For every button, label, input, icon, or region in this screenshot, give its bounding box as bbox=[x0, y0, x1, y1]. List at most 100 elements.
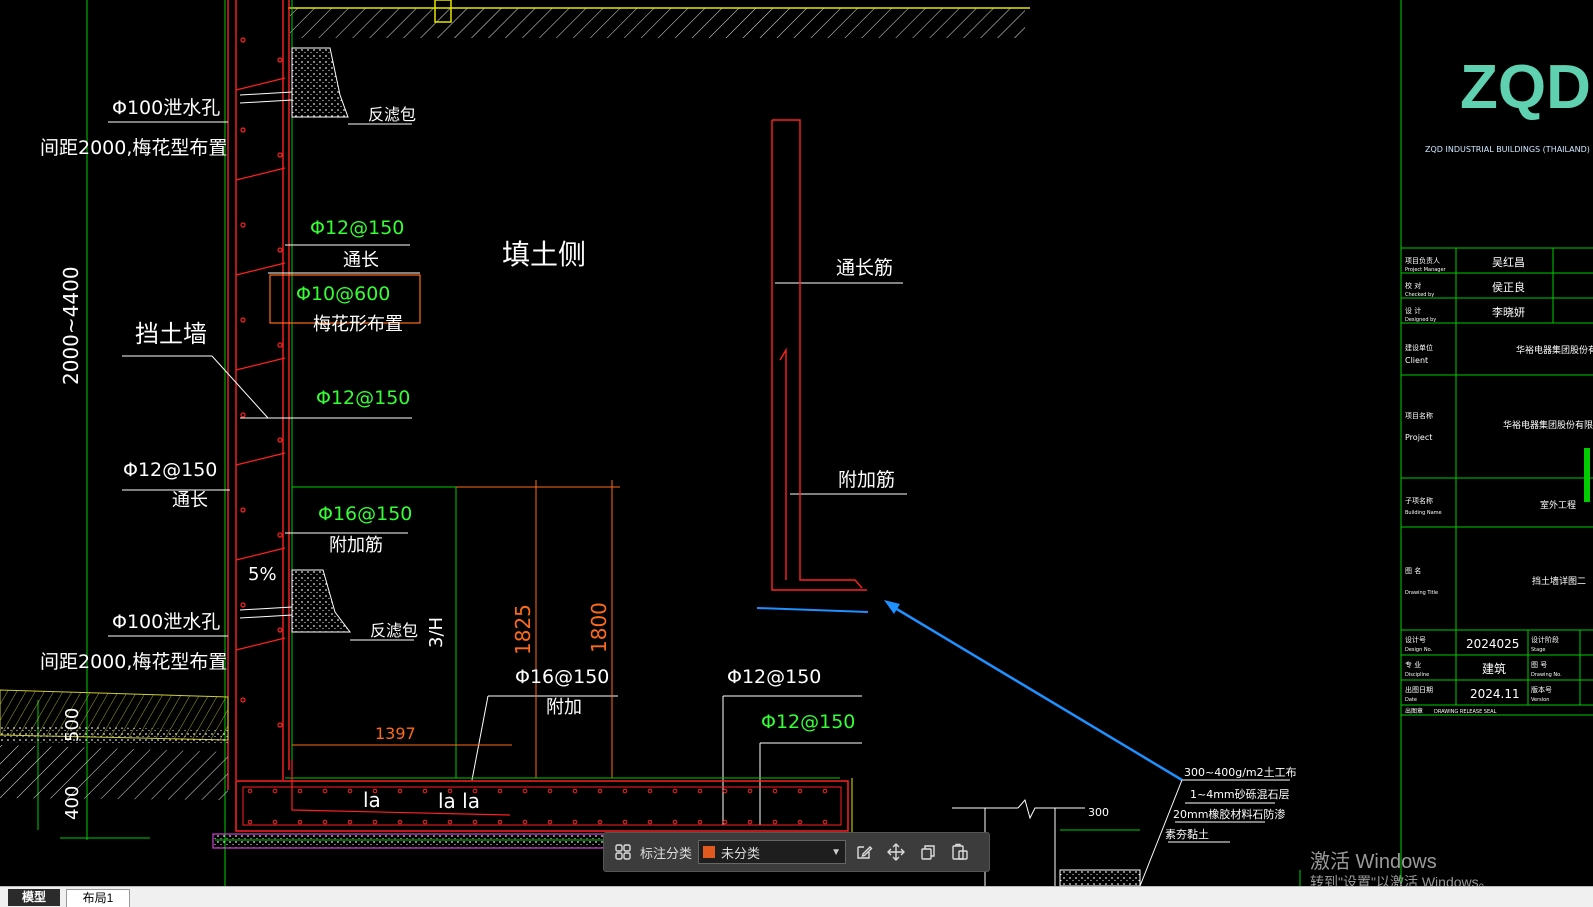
left-soil bbox=[0, 689, 229, 800]
tb-design-no-value: 2024025 bbox=[1466, 637, 1519, 651]
label-dim-1800: 1800 bbox=[587, 602, 611, 653]
tb-design-no-label: 设计号 bbox=[1405, 635, 1426, 644]
category-select[interactable]: 未分类 ▼ bbox=[698, 840, 847, 864]
label-height-range: 2000~4400 bbox=[59, 266, 83, 385]
tb-row-0-label: 项目负责人 bbox=[1405, 256, 1440, 265]
tb-design-no-label-en: Design No. bbox=[1405, 647, 1433, 653]
tb-row-1-label-en: Checked by bbox=[1405, 292, 1434, 298]
tb-version-label-en: Version bbox=[1531, 697, 1549, 703]
label-rebar-12-150-c: Φ12@150 bbox=[123, 459, 217, 481]
label-rebar-12-150-a: Φ12@150 bbox=[310, 217, 404, 239]
tb-row-2-value: 李晓妍 bbox=[1492, 305, 1525, 319]
title-block-frame bbox=[1400, 0, 1593, 886]
rebar-detail bbox=[756, 119, 869, 613]
tb-row-2-label-en: Designed by bbox=[1405, 317, 1436, 323]
label-dim-300: 300 bbox=[1088, 806, 1109, 819]
tb-client-label-en: Client bbox=[1405, 356, 1428, 365]
tb-project-value: 华裕电器集团股份有限公司泰国 bbox=[1503, 419, 1593, 431]
label-through-a: 通长 bbox=[343, 250, 379, 271]
label-rebar-10-600: Φ10@600 bbox=[296, 283, 390, 305]
tb-seal-label: 出图章 bbox=[1405, 707, 1423, 715]
label-dim-1397: 1397 bbox=[375, 724, 416, 743]
category-swatch bbox=[703, 846, 716, 858]
chevron-down-icon: ▼ bbox=[831, 846, 842, 858]
copy-button[interactable] bbox=[914, 838, 942, 866]
label-three-h: 3/H bbox=[426, 617, 447, 648]
tb-drawing-no-label: 图 号 bbox=[1531, 661, 1547, 669]
toolbar-label: 标注分类 bbox=[640, 845, 693, 861]
label-additional-b: 附加 bbox=[546, 697, 582, 718]
tb-title-value: 挡土墙详图二 bbox=[1532, 575, 1586, 587]
tb-date-label-en: Date bbox=[1405, 697, 1417, 703]
tb-stage-label: 设计阶段 bbox=[1531, 635, 1559, 644]
tab-layout1[interactable]: 布局1 bbox=[66, 889, 130, 907]
tb-stage-label-en: Stage bbox=[1531, 647, 1545, 653]
label-dim-500: 500 bbox=[62, 708, 83, 742]
activation-watermark-title: 激活 Windows bbox=[1310, 851, 1437, 873]
tab-model[interactable]: 模型 bbox=[8, 889, 60, 906]
tb-seal-label-en: DRAWING RELEASE SEAL bbox=[1434, 709, 1497, 715]
label-through-b: 通长 bbox=[172, 490, 208, 511]
tb-row-1-value: 侯正良 bbox=[1492, 280, 1525, 294]
tb-row-1-label: 校 对 bbox=[1405, 281, 1421, 290]
label-la-1: la bbox=[363, 788, 381, 812]
edit-button[interactable] bbox=[850, 838, 878, 866]
tb-row-2-label: 设 计 bbox=[1405, 306, 1421, 315]
edit-icon bbox=[857, 846, 873, 859]
annotation-toolbar: 标注分类 未分类 ▼ bbox=[603, 832, 990, 872]
layout-tab-bar: 模型 布局1 bbox=[0, 886, 1593, 907]
label-dim-1825: 1825 bbox=[511, 604, 535, 655]
tb-client-label: 建设单位 bbox=[1405, 343, 1433, 352]
tb-row-0-value: 吴红昌 bbox=[1492, 256, 1525, 269]
label-drain-hole-top: Φ100泄水孔 bbox=[112, 97, 220, 119]
tb-building-value: 室外工程 bbox=[1540, 499, 1576, 511]
label-slope: 5% bbox=[248, 564, 277, 585]
tb-project-label-en: Project bbox=[1405, 433, 1432, 442]
paste-icon bbox=[952, 843, 968, 860]
label-geotextile: 300~400g/m2土工布 bbox=[1184, 766, 1297, 779]
tb-discipline-value: 建筑 bbox=[1482, 661, 1506, 676]
paste-button[interactable] bbox=[946, 838, 974, 866]
tb-building-label: 子项名称 bbox=[1405, 496, 1433, 505]
label-additional-rebar: 附加筋 bbox=[838, 469, 895, 491]
tb-building-label-en: Building Name bbox=[1405, 510, 1442, 516]
cad-drawing-canvas[interactable]: Φ100泄水孔 间距2000,梅花型布置 反滤包 Φ12@150 通长 Φ10@… bbox=[0, 0, 1593, 906]
company-logo: ZQD bbox=[1460, 53, 1591, 122]
top-ground bbox=[288, 0, 1030, 38]
label-rubber: 20mm橡胶材料石防渗 bbox=[1173, 807, 1285, 821]
tb-version-label: 版本号 bbox=[1531, 685, 1552, 694]
wall-ties bbox=[235, 37, 286, 728]
label-additional-a: 附加筋 bbox=[329, 535, 383, 556]
tb-title-label: 图 名 bbox=[1405, 566, 1421, 575]
label-gravel: 1~4mm砂砾混石层 bbox=[1190, 788, 1290, 801]
tb-client-value: 华裕电器集团股份有限公司 bbox=[1516, 344, 1593, 356]
label-fill-side: 填土侧 bbox=[502, 238, 586, 271]
label-filter-bottom: 反滤包 bbox=[370, 621, 418, 640]
tb-row-0-label-en: Project Manager bbox=[1405, 267, 1447, 273]
label-soil: 素夯黏土 bbox=[1165, 827, 1209, 841]
label-rebar-12-150-b: Φ12@150 bbox=[316, 387, 410, 409]
grid-icon[interactable] bbox=[610, 839, 636, 865]
label-rebar-16-150-b: Φ16@150 bbox=[515, 666, 609, 688]
tb-drawing-no-label-en: Drawing No. bbox=[1531, 672, 1562, 678]
label-drain-hole-bottom: Φ100泄水孔 bbox=[112, 611, 220, 633]
label-retaining-wall: 挡土墙 bbox=[135, 320, 207, 348]
annotation-arrow bbox=[884, 600, 1183, 782]
copy-icon bbox=[921, 845, 935, 860]
tb-discipline-label: 专 业 bbox=[1405, 660, 1421, 669]
label-la-2: la la bbox=[438, 789, 480, 813]
label-spacing-top: 间距2000,梅花型布置 bbox=[40, 137, 227, 159]
label-rebar-12-150-d: Φ12@150 bbox=[727, 666, 821, 688]
move-button[interactable] bbox=[882, 838, 910, 866]
tb-title-label-en: Drawing Title bbox=[1405, 590, 1438, 596]
company-name: ZQD INDUSTRIAL BUILDINGS (THAILAND) bbox=[1425, 145, 1590, 154]
label-through-rebar: 通长筋 bbox=[836, 257, 893, 279]
tb-date-label: 出图日期 bbox=[1405, 685, 1433, 694]
label-dim-400: 400 bbox=[62, 786, 83, 820]
label-spacing-bottom: 间距2000,梅花型布置 bbox=[40, 651, 227, 673]
move-icon bbox=[887, 843, 906, 861]
category-select-value: 未分类 bbox=[721, 845, 761, 861]
label-rebar-12-150-e: Φ12@150 bbox=[761, 711, 855, 733]
label-rebar-16-150-a: Φ16@150 bbox=[318, 503, 412, 525]
scroll-marker bbox=[1584, 448, 1590, 502]
